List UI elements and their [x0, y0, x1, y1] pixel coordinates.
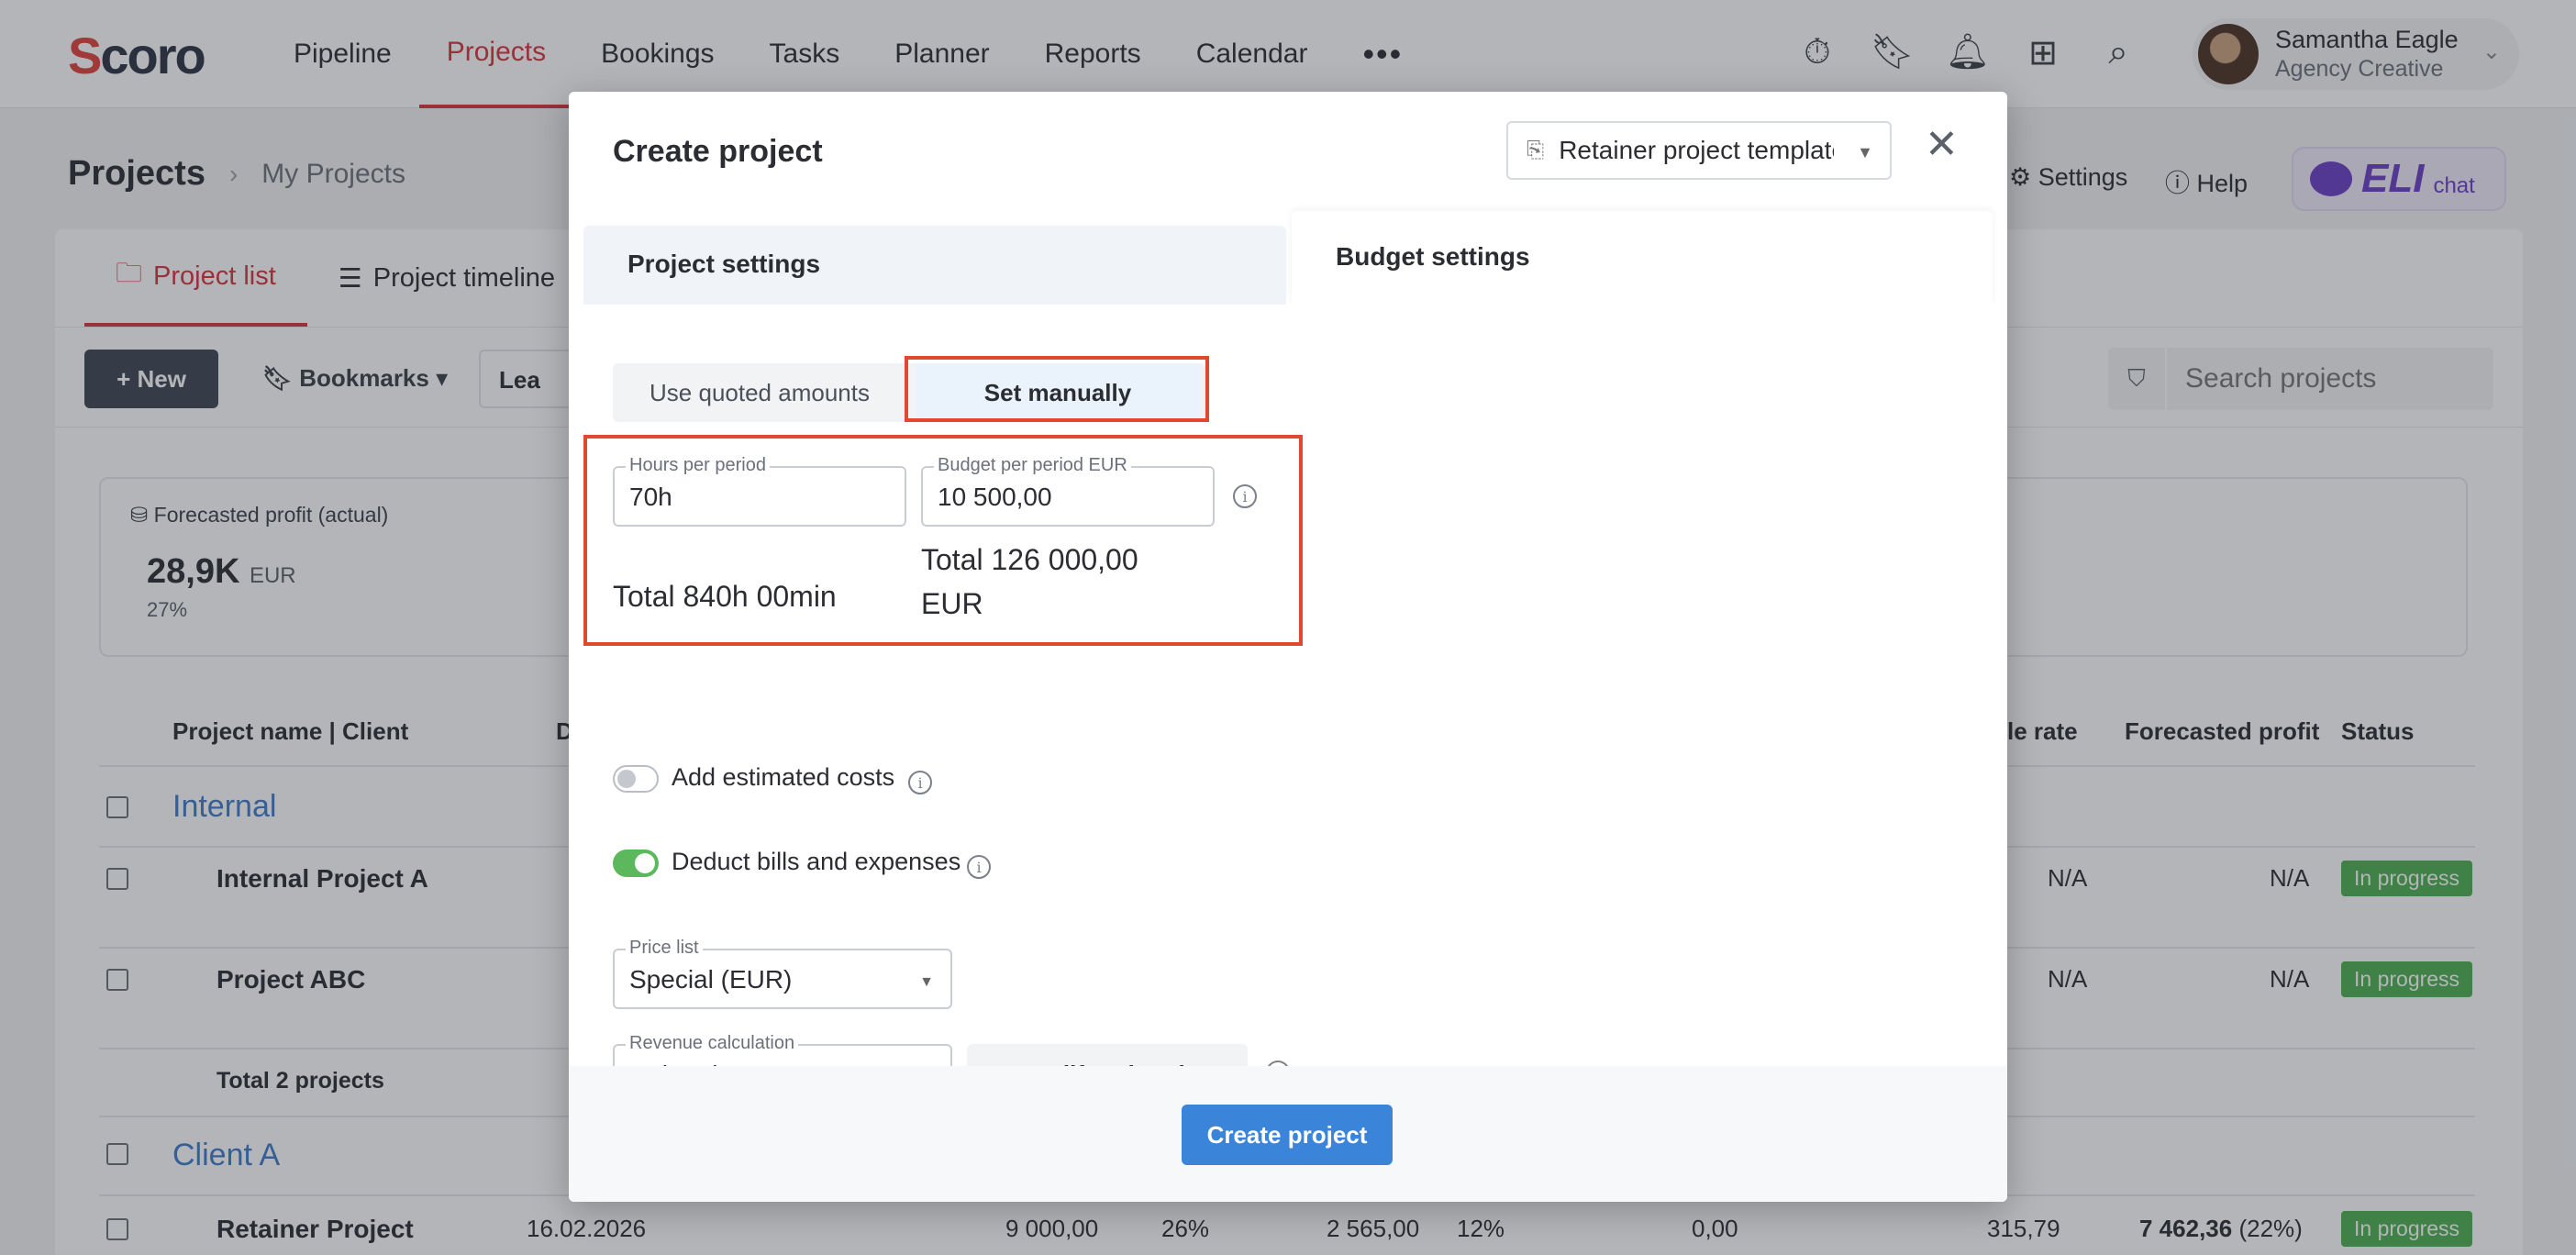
- modal-footer: Create project: [569, 1066, 2007, 1202]
- add-estimated-costs-toggle[interactable]: [613, 765, 659, 793]
- template-icon: ⎘: [1527, 138, 1545, 162]
- info-icon[interactable]: i: [967, 855, 991, 879]
- budget-per-period-field[interactable]: Budget per period EUR 10 500,00: [921, 455, 1215, 527]
- total-budget: Total 126 000,00 EUR: [921, 543, 1138, 620]
- use-quoted-amounts-option[interactable]: Use quoted amounts: [613, 363, 906, 422]
- field-label: Hours per period: [626, 455, 770, 476]
- budget-settings-title: Budget settings: [1336, 242, 1530, 271]
- field-label: Budget per period EUR: [934, 455, 1131, 476]
- budget-settings-panel[interactable]: Budget settings: [1292, 211, 1993, 305]
- info-icon[interactable]: i: [1233, 484, 1257, 508]
- field-value: 70h: [629, 483, 672, 511]
- caret-down-icon: ▼: [919, 974, 934, 990]
- create-project-modal: Create project ⎘ Retainer project templa…: [569, 92, 2007, 1202]
- caret-down-icon: ▼: [1857, 143, 1873, 161]
- field-label: Price list: [626, 938, 703, 959]
- modal-title: Create project: [613, 134, 823, 169]
- deduct-bills-toggle[interactable]: [613, 850, 659, 877]
- template-select[interactable]: ⎘ Retainer project template ▼: [1506, 121, 1892, 180]
- field-label: Revenue calculation: [626, 1033, 799, 1054]
- field-value: 10 500,00: [938, 483, 1052, 511]
- deduct-bills-label: Deduct bills and expenses: [672, 848, 961, 875]
- field-value: Special (EUR): [629, 965, 793, 994]
- info-icon[interactable]: i: [908, 771, 932, 794]
- price-list-select[interactable]: Price list Special (EUR) ▼: [613, 938, 952, 1009]
- add-estimated-costs-label: Add estimated costs: [672, 763, 895, 791]
- hours-per-period-field[interactable]: Hours per period 70h: [613, 455, 906, 527]
- highlight-frame: [905, 356, 1209, 422]
- template-value: Retainer project template: [1559, 136, 1835, 164]
- create-project-button[interactable]: Create project: [1182, 1105, 1393, 1165]
- total-hours: Total 840h 00min: [613, 580, 837, 613]
- project-settings-panel[interactable]: Project settings: [583, 226, 1286, 305]
- budget-settings-body: Use quoted amounts Set manually Hours pe…: [569, 305, 2007, 1105]
- close-icon[interactable]: ✕: [1925, 125, 1959, 165]
- project-settings-title: Project settings: [627, 250, 821, 278]
